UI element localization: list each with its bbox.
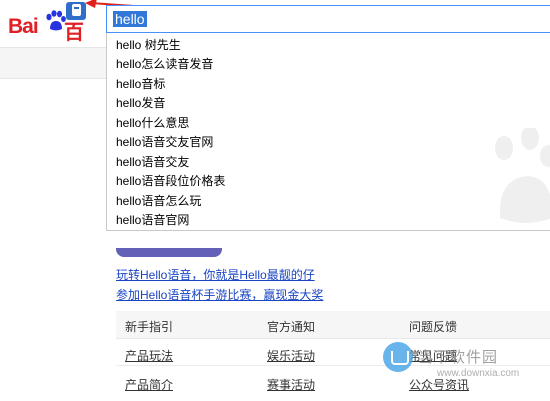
table-cell-link[interactable]: 产品简介 xyxy=(125,376,173,393)
suggestion-item[interactable]: hello音标 xyxy=(116,75,165,94)
suggestion-item[interactable]: hello怎么读音发音 xyxy=(116,55,213,74)
promo-link[interactable]: 玩转Hello语音，你就是Hello最靓的仔 xyxy=(116,267,315,283)
suggestion-item[interactable]: hello语音段位价格表 xyxy=(116,172,225,191)
suggestion-item[interactable]: hello什么意思 xyxy=(116,114,189,133)
suggestion-item[interactable]: hello语音交友官网 xyxy=(116,133,213,152)
search-query-selected: hello xyxy=(113,11,147,27)
paw-icon xyxy=(46,10,66,31)
table-header: 新手指引 官方通知 问题反馈 xyxy=(116,311,550,339)
table-header-cell: 新手指引 xyxy=(125,320,174,334)
table-cell-link[interactable]: 娱乐活动 xyxy=(267,347,315,364)
search-box[interactable]: hello xyxy=(106,5,550,33)
watermark-title: 当下软件园 xyxy=(418,349,499,366)
suggestion-dropdown: hello 树先生 hello怎么读音发音 hello音标 hello发音 he… xyxy=(106,33,550,231)
suggestion-item[interactable]: hello发音 xyxy=(116,94,165,113)
table-cell-link[interactable]: 赛事活动 xyxy=(267,376,315,393)
logo-text-bai: Bai xyxy=(8,15,39,38)
promo-link[interactable]: 参加Hello语音杯手游比赛，赢现金大奖 xyxy=(116,287,323,303)
suggestion-item[interactable]: hello语音官网 xyxy=(116,211,189,230)
table-header-cell: 问题反馈 xyxy=(409,320,458,334)
nav-strip xyxy=(0,47,106,79)
background-paw-icon xyxy=(495,128,550,223)
table-cell-link[interactable]: 产品玩法 xyxy=(125,347,173,364)
suggestion-item[interactable]: hello语音交友 xyxy=(116,153,189,172)
suggestion-item[interactable]: hello 树先生 xyxy=(116,36,181,55)
table-header-cell: 官方通知 xyxy=(267,320,316,334)
search-input[interactable]: hello xyxy=(113,10,147,28)
watermark-logo-icon xyxy=(383,342,413,372)
suggestion-item[interactable]: hello语音怎么玩 xyxy=(116,192,201,211)
watermark-url: www.downxia.com xyxy=(437,368,520,379)
banner-bar xyxy=(116,248,222,257)
